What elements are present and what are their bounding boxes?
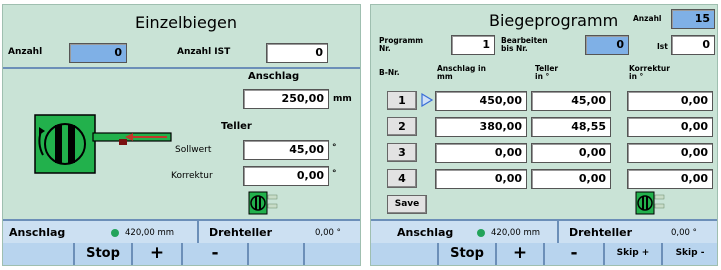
anschlag-unit: mm — [333, 94, 352, 104]
page-title: Biegeprogramm — [489, 11, 619, 30]
small-machine-icon[interactable] — [248, 191, 278, 215]
page-title: Einzelbiegen — [135, 13, 237, 32]
anschlag-label: Anschlag — [248, 71, 300, 82]
ist-label: Ist — [657, 42, 668, 51]
row-4-anschlag[interactable]: 0,00 — [435, 169, 527, 189]
korrektur-unit: ° — [332, 169, 337, 179]
anschlag-field[interactable]: 250,00 — [243, 89, 329, 109]
status-drehteller-label: Drehteller — [569, 226, 632, 239]
row-3-button[interactable]: 3 — [387, 143, 417, 162]
ist-field: 0 — [671, 35, 715, 55]
minus-button[interactable]: - — [543, 243, 603, 265]
anzahl-field[interactable]: 0 — [69, 43, 127, 63]
row-3-korrektur[interactable]: 0,00 — [627, 143, 713, 163]
anzahl-field[interactable]: 15 — [671, 9, 715, 29]
blank-button-2[interactable] — [247, 243, 303, 265]
stop-button[interactable]: Stop — [73, 243, 131, 265]
col-bnr: B-Nr. — [379, 68, 400, 77]
col-teller: Teller in ° — [535, 64, 559, 81]
blank-button-1[interactable] — [3, 243, 73, 265]
bearbeiten-label: Bearbeiten bis Nr. — [501, 36, 548, 53]
status-anschlag-label: Anschlag — [9, 226, 66, 239]
teller-label: Teller — [221, 121, 252, 132]
status-drehteller-value: 0,00 ° — [671, 228, 697, 238]
status-ok-dot — [111, 229, 119, 237]
status-anschlag-label: Anschlag — [397, 226, 454, 239]
anzahl-label: Anzahl — [8, 47, 43, 57]
row-2-button[interactable]: 2 — [387, 117, 417, 136]
anzahl-label: Anzahl — [633, 14, 662, 23]
status-anschlag-value: 420,00 mm — [491, 228, 541, 238]
small-machine-icon[interactable] — [635, 191, 665, 215]
skip-minus-button[interactable]: Skip - — [661, 243, 717, 265]
col-anschlag: Anschlag in mm — [437, 64, 486, 81]
status-ok-dot — [477, 229, 485, 237]
anzahl-ist-label: Anzahl IST — [177, 47, 231, 57]
status-drehteller-value: 0,00 ° — [315, 228, 341, 238]
skip-plus-button[interactable]: Skip + — [603, 243, 661, 265]
status-bar: Anschlag 420,00 mm Drehteller 0,00 ° — [3, 219, 360, 243]
button-bar: Stop + - Skip + Skip - — [371, 243, 717, 265]
status-anschlag-value: 420,00 mm — [125, 228, 175, 238]
row-2-korrektur[interactable]: 0,00 — [627, 117, 713, 137]
row-4-korrektur[interactable]: 0,00 — [627, 169, 713, 189]
row-1-anschlag[interactable]: 450,00 — [435, 91, 527, 111]
plus-button[interactable]: + — [131, 243, 181, 265]
row-4-button[interactable]: 4 — [387, 169, 417, 188]
status-drehteller-label: Drehteller — [209, 226, 272, 239]
button-bar: Stop + - — [3, 243, 360, 265]
row-1-korrektur[interactable]: 0,00 — [627, 91, 713, 111]
row-1-button[interactable]: 1 — [387, 91, 417, 110]
sollwert-label: Sollwert — [175, 145, 212, 155]
blank-button[interactable] — [371, 243, 437, 265]
programm-field[interactable]: 1 — [451, 35, 495, 55]
row-2-teller[interactable]: 48,55 — [531, 117, 611, 137]
korrektur-field[interactable]: 0,00 — [243, 166, 329, 186]
blank-button-3[interactable] — [303, 243, 360, 265]
sollwert-field[interactable]: 45,00 — [243, 140, 329, 160]
row-3-teller[interactable]: 0,00 — [531, 143, 611, 163]
divider — [3, 67, 360, 69]
bending-machine-icon — [33, 113, 173, 177]
einzelbiegen-screen: Einzelbiegen Anzahl 0 Anzahl IST 0 Ansch… — [2, 4, 361, 266]
current-row-arrow-icon — [421, 92, 434, 108]
save-button[interactable]: Save — [387, 195, 427, 214]
status-bar: Anschlag 420,00 mm Drehteller 0,00 ° — [371, 219, 717, 243]
anzahl-ist-field: 0 — [266, 43, 328, 63]
biegeprogramm-screen: Biegeprogramm Anzahl 15 Programm Nr. 1 B… — [370, 4, 718, 266]
col-korrektur: Korrektur in ° — [629, 64, 670, 81]
korrektur-label: Korrektur — [171, 171, 213, 181]
bearbeiten-field[interactable]: 0 — [585, 35, 629, 55]
plus-button[interactable]: + — [495, 243, 543, 265]
row-4-teller[interactable]: 0,00 — [531, 169, 611, 189]
stop-button[interactable]: Stop — [437, 243, 495, 265]
programm-label: Programm Nr. — [379, 36, 424, 53]
row-2-anschlag[interactable]: 380,00 — [435, 117, 527, 137]
minus-button[interactable]: - — [181, 243, 247, 265]
row-3-anschlag[interactable]: 0,00 — [435, 143, 527, 163]
sollwert-unit: ° — [332, 143, 337, 153]
row-1-teller[interactable]: 45,00 — [531, 91, 611, 111]
